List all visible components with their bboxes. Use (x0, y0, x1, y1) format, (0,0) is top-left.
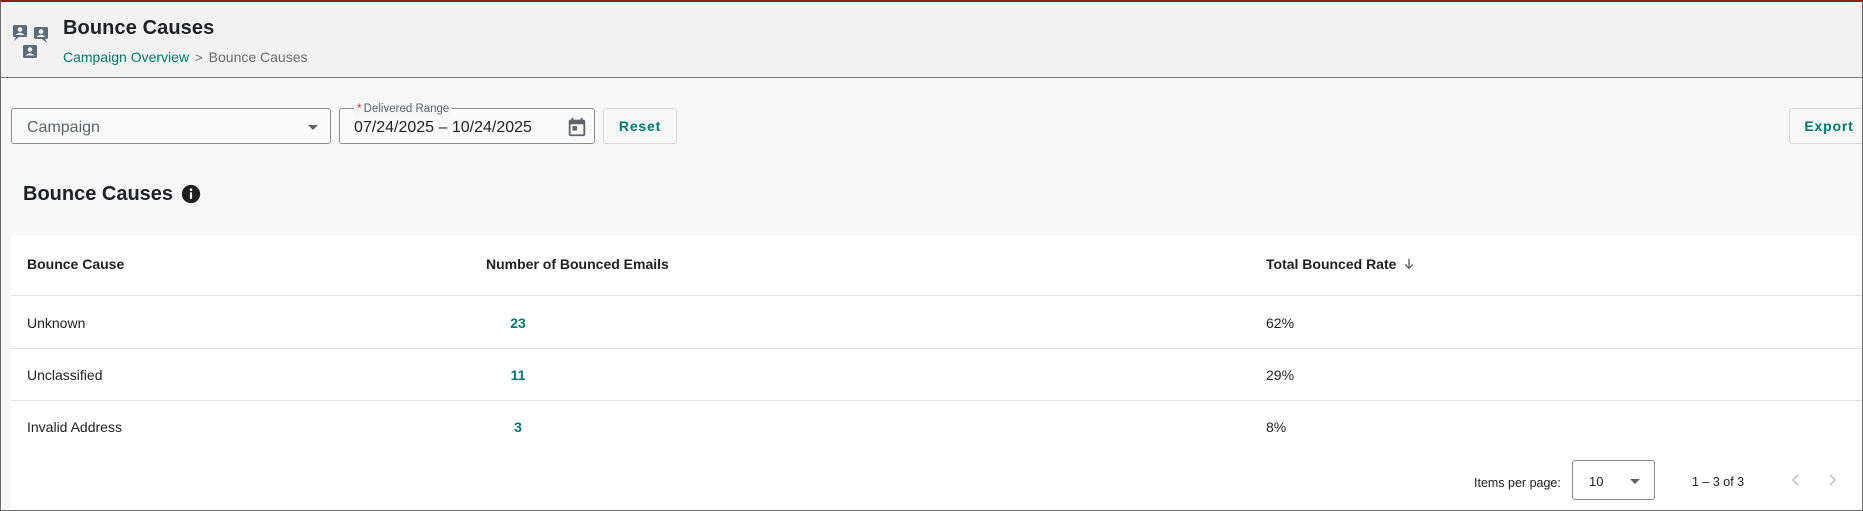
column-header-total-bounced-rate-label: Total Bounced Rate (1266, 256, 1397, 272)
items-per-page-value: 10 (1589, 474, 1604, 489)
required-marker: * (357, 101, 362, 115)
delivered-range-input[interactable]: 07/24/2025 – 10/24/2025 (354, 119, 532, 137)
info-icon[interactable] (180, 183, 202, 205)
calendar-icon[interactable] (566, 116, 588, 138)
delivered-range-label: * Delivered Range (354, 101, 453, 116)
cell-bounce-cause: Unclassified (27, 367, 103, 383)
delivered-range-label-text: Delivered Range (363, 103, 450, 115)
bounce-causes-table: Bounce Cause Number of Bounced Emails To… (11, 236, 1862, 510)
cell-bounced-count-link[interactable]: 11 (501, 367, 535, 383)
table-row: Unknown 23 62% (11, 297, 1862, 349)
paginator: Items per page: 10 1 – 3 of 3 (11, 460, 1862, 502)
export-button[interactable]: Export (1789, 108, 1862, 144)
breadcrumb-current: Bounce Causes (208, 49, 308, 65)
campaign-select[interactable]: Campaign (11, 108, 331, 144)
column-header-total-bounced-rate[interactable]: Total Bounced Rate (1266, 256, 1416, 272)
cell-bounced-rate: 62% (1266, 315, 1295, 331)
delivered-range-picker[interactable]: * Delivered Range 07/24/2025 – 10/24/2025 (339, 101, 595, 144)
section-title: Bounce Causes (23, 183, 174, 205)
previous-page-button[interactable] (1784, 468, 1808, 492)
items-per-page-label: Items per page: (1474, 476, 1561, 490)
cell-bounced-rate: 29% (1266, 367, 1295, 383)
cell-bounced-rate: 8% (1266, 419, 1287, 435)
page-title: Bounce Causes (63, 17, 215, 39)
breadcrumb-campaign-overview-link[interactable]: Campaign Overview (63, 49, 189, 65)
breadcrumb-separator: > (195, 49, 203, 65)
column-header-bounce-cause[interactable]: Bounce Cause (27, 256, 124, 272)
reset-button[interactable]: Reset (603, 108, 677, 144)
cell-bounce-cause: Unknown (27, 315, 86, 331)
cell-bounced-count-link[interactable]: 23 (501, 315, 535, 331)
contacts-app-icon (13, 25, 48, 58)
column-header-number-bounced[interactable]: Number of Bounced Emails (486, 256, 669, 272)
chevron-down-icon (308, 125, 318, 130)
table-row: Invalid Address 3 8% (11, 401, 1862, 453)
chevron-right-icon (1829, 474, 1837, 486)
items-per-page-select[interactable]: 10 (1572, 460, 1655, 500)
chevron-down-icon (1630, 479, 1640, 484)
chevron-left-icon (1791, 474, 1799, 486)
arrow-down-sort-icon[interactable] (1402, 257, 1416, 271)
page-range-label: 1 – 3 of 3 (1692, 475, 1745, 489)
next-page-button[interactable] (1820, 468, 1844, 492)
cell-bounce-cause: Invalid Address (27, 419, 122, 435)
campaign-select-placeholder: Campaign (27, 119, 100, 136)
table-header: Bounce Cause Number of Bounced Emails To… (11, 236, 1862, 296)
page-header: Bounce Causes Campaign Overview > Bounce… (1, 2, 1862, 78)
app-window: Bounce Causes Campaign Overview > Bounce… (0, 0, 1863, 511)
breadcrumb: Campaign Overview > Bounce Causes (63, 49, 308, 65)
table-row: Unclassified 11 29% (11, 349, 1862, 401)
cell-bounced-count-link[interactable]: 3 (501, 419, 535, 435)
filter-bar: Campaign * Delivered Range 07/24/2025 – 1… (11, 101, 1862, 144)
